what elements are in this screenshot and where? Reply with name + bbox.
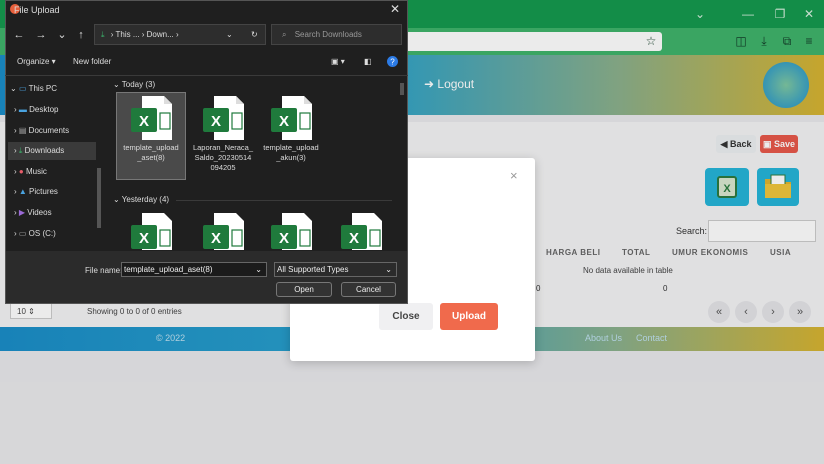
- excel-file-icon: X: [131, 96, 172, 140]
- cancel-button[interactable]: Cancel: [341, 282, 396, 297]
- excel-file-icon: X: [203, 96, 244, 140]
- group-header-today[interactable]: ⌄ Today (3): [113, 80, 155, 89]
- svg-text:X: X: [139, 230, 149, 247]
- desktop-icon: ▬: [18, 105, 30, 114]
- sidebar-item-os-drive[interactable]: › ▭ OS (C:): [14, 225, 94, 243]
- sidebar-item-videos[interactable]: › ▶ Videos: [14, 204, 94, 222]
- file-item[interactable]: X Laporan_Neraca_ Saldo_20230514 094205: [189, 93, 257, 189]
- organize-menu[interactable]: Organize ▾: [17, 57, 56, 66]
- dialog-close-icon[interactable]: ✕: [390, 2, 400, 16]
- group-header-yesterday[interactable]: ⌄ Yesterday (4): [113, 195, 169, 204]
- file-type-select[interactable]: All Supported Types ⌄: [274, 262, 397, 277]
- sidebar-item-music[interactable]: › ● Music: [14, 163, 94, 181]
- drive-icon: ▭: [18, 229, 29, 238]
- new-folder-button[interactable]: New folder: [73, 57, 111, 66]
- sidebar-item-pictures[interactable]: › ▲ Pictures: [14, 183, 94, 201]
- file-name-label: File name:: [85, 266, 123, 275]
- file-name-line: Saldo_20230514: [194, 153, 252, 162]
- file-item[interactable]: X template_upload _akun(3): [257, 93, 325, 179]
- group-divider: [176, 200, 392, 201]
- svg-text:?: ?: [390, 58, 395, 67]
- excel-file-icon: X: [131, 213, 172, 250]
- address-dropdown-icon[interactable]: ⌄: [226, 25, 233, 44]
- recent-locations-icon[interactable]: ⌄: [55, 28, 69, 42]
- downloads-folder-icon: ⤓: [101, 30, 105, 39]
- pc-icon: ▭: [18, 84, 29, 93]
- sidebar-scrollbar[interactable]: [97, 168, 101, 228]
- files-scrollbar[interactable]: [400, 83, 404, 95]
- file-name-line: _aset(8): [137, 153, 165, 162]
- file-name-line: template_upload: [123, 143, 179, 152]
- svg-text:X: X: [211, 230, 221, 247]
- sidebar-item-downloads[interactable]: › ⤓ Downloads: [8, 142, 96, 160]
- file-item[interactable]: X: [327, 210, 395, 250]
- collapse-chevron-icon: ⌄: [113, 80, 122, 89]
- dialog-title: File Upload: [14, 5, 60, 15]
- svg-text:X: X: [279, 230, 289, 247]
- modal-close-icon[interactable]: ×: [510, 168, 518, 183]
- pictures-icon: ▲: [18, 187, 30, 196]
- help-icon[interactable]: ?: [387, 56, 398, 67]
- up-arrow-icon[interactable]: ↑: [74, 28, 88, 42]
- svg-text:X: X: [139, 113, 149, 130]
- documents-icon: ▤: [18, 126, 29, 135]
- file-name-input[interactable]: template_upload_aset(8) ⌄: [121, 262, 267, 277]
- dialog-search-input[interactable]: ⌕ Search Downloads: [271, 24, 402, 45]
- videos-icon: ▶: [18, 208, 28, 217]
- excel-file-icon: X: [203, 213, 244, 250]
- file-name-line: Laporan_Neraca_: [192, 143, 254, 152]
- close-button[interactable]: Close: [379, 303, 433, 330]
- upload-button[interactable]: Upload: [440, 303, 498, 330]
- svg-text:X: X: [279, 113, 289, 130]
- forward-arrow-icon[interactable]: →: [34, 28, 48, 42]
- file-item[interactable]: X: [117, 210, 185, 250]
- dropdown-chevron-icon: ⌄: [385, 265, 392, 274]
- view-options-icon[interactable]: ▣ ▾: [331, 57, 345, 66]
- excel-file-icon: X: [341, 213, 382, 250]
- file-name-line: template_upload: [263, 143, 319, 152]
- sidebar-item-desktop[interactable]: › ▬ Desktop: [14, 101, 94, 119]
- sidebar-item-documents[interactable]: › ▤ Documents: [14, 122, 94, 140]
- dropdown-chevron-icon[interactable]: ⌄: [255, 263, 262, 276]
- svg-text:X: X: [349, 230, 359, 247]
- file-name-line: _akun(3): [276, 153, 306, 162]
- file-item[interactable]: X: [189, 210, 257, 250]
- svg-text:X: X: [211, 113, 221, 130]
- toolbar-divider: [5, 75, 408, 76]
- excel-file-icon: X: [271, 213, 312, 250]
- collapse-chevron-icon: ⌄: [113, 195, 122, 204]
- address-bar[interactable]: ⤓ › This ... › Down... › ⌄ ↻: [94, 24, 266, 45]
- file-name-line: 094205: [210, 163, 236, 172]
- search-icon: ⌕: [282, 30, 287, 39]
- file-item[interactable]: X template_upload _aset(8): [116, 92, 186, 180]
- refresh-icon[interactable]: ↻: [251, 25, 258, 44]
- expand-chevron-icon: ⌄: [10, 84, 19, 93]
- preview-pane-icon[interactable]: ◧: [364, 57, 372, 66]
- sidebar-item-this-pc[interactable]: ⌄ ▭ This PC: [10, 80, 90, 98]
- file-item[interactable]: X: [257, 210, 325, 250]
- address-path: › This ... › Down... ›: [110, 30, 179, 39]
- excel-file-icon: X: [271, 96, 312, 140]
- back-arrow-icon[interactable]: ←: [12, 28, 26, 42]
- open-button[interactable]: Open: [276, 282, 332, 297]
- music-icon: ●: [18, 167, 26, 176]
